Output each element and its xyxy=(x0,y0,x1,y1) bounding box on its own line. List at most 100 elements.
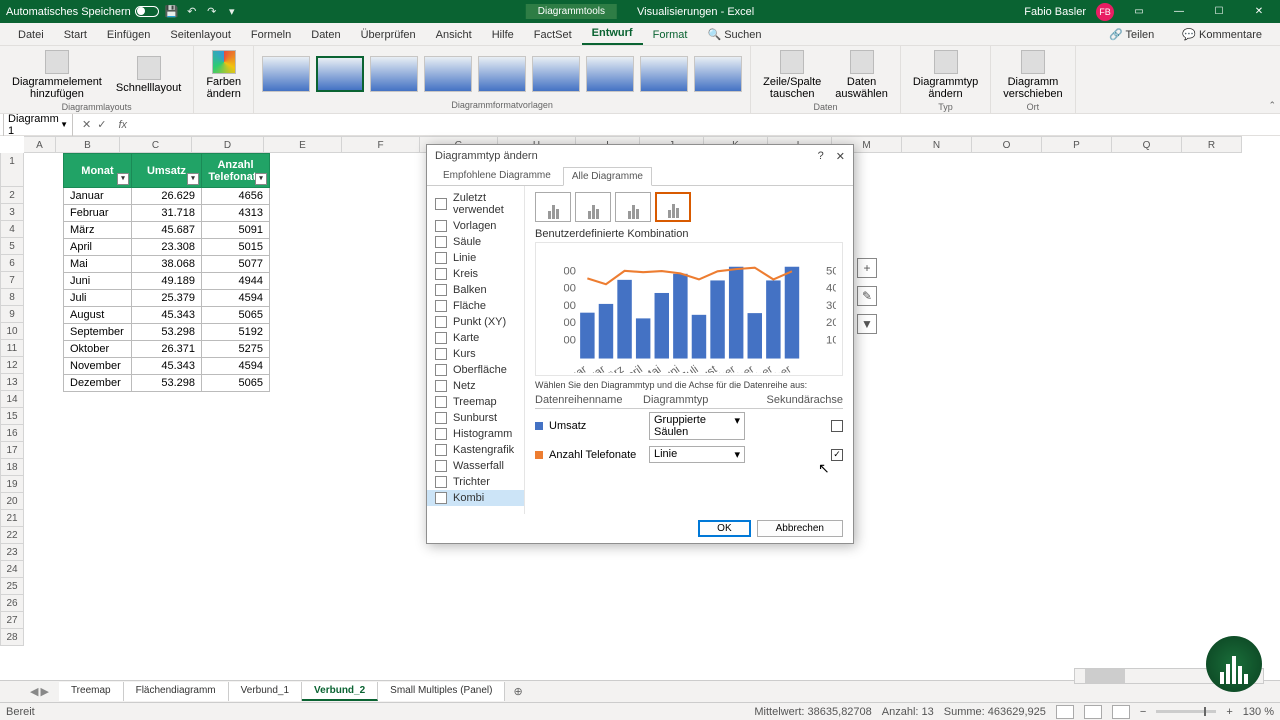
chart-style-9[interactable] xyxy=(694,56,742,92)
close-icon[interactable]: ✕ xyxy=(1244,0,1274,23)
tab-datei[interactable]: Datei xyxy=(8,25,54,45)
dialog-help-icon[interactable]: ? xyxy=(818,150,824,162)
chart-style-5[interactable] xyxy=(478,56,526,92)
row-header[interactable]: 27 xyxy=(0,612,24,629)
col-header[interactable]: C xyxy=(120,136,192,153)
row-header[interactable]: 19 xyxy=(0,476,24,493)
tab-hilfe[interactable]: Hilfe xyxy=(482,25,524,45)
chart-type-balken[interactable]: Balken xyxy=(427,282,524,298)
chart-filter-icon[interactable]: ▼ xyxy=(857,314,877,334)
chart-style-2[interactable] xyxy=(316,56,364,92)
chart-type-flche[interactable]: Fläche xyxy=(427,298,524,314)
view-normal-icon[interactable] xyxy=(1056,705,1074,719)
col-header[interactable]: D xyxy=(192,136,264,153)
col-header[interactable]: A xyxy=(24,136,56,153)
zoom-level[interactable]: 130 % xyxy=(1243,706,1274,718)
chart-style-8[interactable] xyxy=(640,56,688,92)
secondary-axis-checkbox[interactable] xyxy=(831,420,843,432)
row-header[interactable]: 3 xyxy=(0,204,24,221)
col-header[interactable]: R xyxy=(1182,136,1242,153)
row-header[interactable]: 11 xyxy=(0,340,24,357)
combo-subtype-1[interactable] xyxy=(575,192,611,222)
change-colors-button[interactable]: Farben ändern xyxy=(200,48,247,102)
collapse-ribbon-icon[interactable]: ⌃ xyxy=(1268,100,1276,111)
chart-type-trichter[interactable]: Trichter xyxy=(427,474,524,490)
ribbon-options-icon[interactable]: ▭ xyxy=(1124,0,1154,23)
chart-style-1[interactable] xyxy=(262,56,310,92)
combo-subtype-3[interactable] xyxy=(655,192,691,222)
fx-icon[interactable]: fx xyxy=(118,119,127,131)
row-header[interactable]: 13 xyxy=(0,374,24,391)
row-header[interactable]: 20 xyxy=(0,493,24,510)
redo-icon[interactable]: ↷ xyxy=(205,5,219,19)
tab-überprüfen[interactable]: Überprüfen xyxy=(351,25,426,45)
series-type-dropdown[interactable]: Linie▾ xyxy=(649,446,745,463)
tab-recommended[interactable]: Empfohlene Diagramme xyxy=(435,167,559,185)
row-header[interactable]: 1 xyxy=(0,153,24,187)
tab-format[interactable]: Format xyxy=(643,25,698,45)
chart-type-netz[interactable]: Netz xyxy=(427,378,524,394)
select-data-button[interactable]: Daten auswählen xyxy=(829,48,894,102)
row-header[interactable]: 6 xyxy=(0,255,24,272)
row-header[interactable]: 25 xyxy=(0,578,24,595)
ok-button[interactable]: OK xyxy=(698,520,750,537)
tab-daten[interactable]: Daten xyxy=(301,25,350,45)
row-header[interactable]: 14 xyxy=(0,391,24,408)
switch-row-col-button[interactable]: Zeile/Spalte tauschen xyxy=(757,48,827,102)
row-header[interactable]: 26 xyxy=(0,595,24,612)
tab-formeln[interactable]: Formeln xyxy=(241,25,301,45)
chart-type-histogramm[interactable]: Histogramm xyxy=(427,426,524,442)
row-header[interactable]: 4 xyxy=(0,221,24,238)
chart-type-punktxy[interactable]: Punkt (XY) xyxy=(427,314,524,330)
filter-icon[interactable]: ▾ xyxy=(187,173,199,185)
row-header[interactable]: 12 xyxy=(0,357,24,374)
cancel-formula-icon[interactable]: ✕ xyxy=(82,118,91,131)
tab-nav-prev[interactable]: ◀ xyxy=(30,685,38,698)
col-header[interactable]: P xyxy=(1042,136,1112,153)
maximize-icon[interactable]: ☐ xyxy=(1204,0,1234,23)
row-header[interactable]: 10 xyxy=(0,323,24,340)
chart-type-kastengrafik[interactable]: Kastengrafik xyxy=(427,442,524,458)
sheet-tab[interactable]: Flächendiagramm xyxy=(124,682,229,701)
col-header[interactable]: B xyxy=(56,136,120,153)
row-header[interactable]: 24 xyxy=(0,561,24,578)
row-header[interactable]: 7 xyxy=(0,272,24,289)
autosave-toggle[interactable]: Automatisches Speichern xyxy=(6,6,159,18)
add-chart-element-button[interactable]: Diagrammelement hinzufügen xyxy=(6,48,108,102)
tab-entwurf[interactable]: Entwurf xyxy=(582,23,643,45)
share-button[interactable]: 🔗 Teilen xyxy=(1099,24,1164,45)
save-icon[interactable]: 💾 xyxy=(165,5,179,19)
row-header[interactable]: 28 xyxy=(0,629,24,646)
change-chart-type-button[interactable]: Diagrammtyp ändern xyxy=(907,48,984,102)
col-header[interactable]: E xyxy=(264,136,342,153)
sheet-tab[interactable]: Verbund_1 xyxy=(229,682,302,701)
row-header[interactable]: 2 xyxy=(0,187,24,204)
filter-icon[interactable]: ▾ xyxy=(255,173,267,185)
row-header[interactable]: 21 xyxy=(0,510,24,527)
tab-ansicht[interactable]: Ansicht xyxy=(426,25,482,45)
row-header[interactable]: 23 xyxy=(0,544,24,561)
dialog-close-icon[interactable]: ✕ xyxy=(836,150,845,163)
chart-type-kreis[interactable]: Kreis xyxy=(427,266,524,282)
sheet-tab[interactable]: Small Multiples (Panel) xyxy=(378,682,505,701)
chart-style-6[interactable] xyxy=(532,56,580,92)
chart-type-linie[interactable]: Linie xyxy=(427,250,524,266)
row-header[interactable]: 17 xyxy=(0,442,24,459)
row-header[interactable]: 8 xyxy=(0,289,24,306)
chart-type-sule[interactable]: Säule xyxy=(427,234,524,250)
zoom-slider[interactable] xyxy=(1156,710,1216,713)
user-name[interactable]: Fabio Basler xyxy=(1024,6,1086,18)
row-header[interactable]: 15 xyxy=(0,408,24,425)
secondary-axis-checkbox[interactable]: ✓ xyxy=(831,449,843,461)
view-layout-icon[interactable] xyxy=(1084,705,1102,719)
row-header[interactable]: 16 xyxy=(0,425,24,442)
chart-styles-icon[interactable]: ✎ xyxy=(857,286,877,306)
move-chart-button[interactable]: Diagramm verschieben xyxy=(997,48,1068,102)
undo-icon[interactable]: ↶ xyxy=(185,5,199,19)
combo-subtype-2[interactable] xyxy=(615,192,651,222)
chart-type-treemap[interactable]: Treemap xyxy=(427,394,524,410)
zoom-in-icon[interactable]: + xyxy=(1226,706,1232,718)
col-header[interactable]: F xyxy=(342,136,420,153)
row-header[interactable]: 5 xyxy=(0,238,24,255)
tell-me[interactable]: 🔍 Suchen xyxy=(697,24,771,45)
